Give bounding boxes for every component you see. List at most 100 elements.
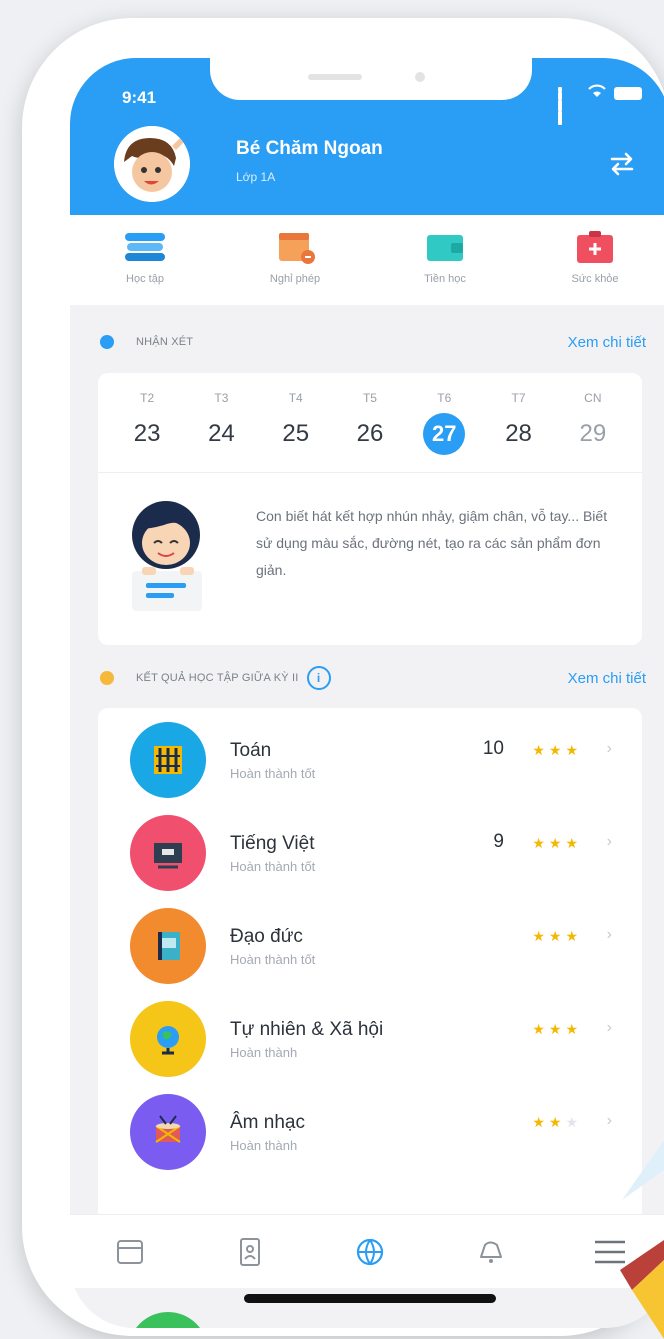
subject-status: Hoàn thành [230, 1045, 298, 1060]
day-item[interactable]: T6 27 [414, 391, 474, 472]
review-body: Con biết hát kết hợp nhún nhảy, giậm châ… [98, 473, 642, 613]
day-item[interactable]: T2 23 [117, 391, 177, 472]
book-icon [130, 908, 206, 984]
quick-item-label: Sức khỏe [571, 273, 619, 285]
profile-name: Bé Chăm Ngoan [236, 138, 383, 159]
wifi-icon [588, 84, 606, 103]
day-item[interactable]: T5 26 [340, 391, 400, 472]
app-screen: 9:41 Bé Chăm Ngoan Lớp 1A Học tập Nghỉ p… [70, 58, 664, 1328]
subject-row[interactable]: Tự nhiên & Xã hội Hoàn thành ★★★ › [98, 987, 642, 1080]
wallet-icon [423, 229, 467, 265]
star-icon: ★ [548, 835, 566, 851]
subject-score: 10 [482, 738, 504, 759]
subject-status: Hoàn thành [230, 1138, 298, 1153]
review-comment: Con biết hát kết hợp nhún nhảy, giậm châ… [256, 508, 608, 578]
star-rating: ★★★ [532, 742, 582, 759]
subject-name: Âm nhạc [230, 1112, 305, 1133]
switch-account-icon[interactable] [608, 151, 636, 177]
star-icon: ★ [548, 928, 566, 944]
chevron-right-icon: › [606, 1112, 612, 1129]
calendar-leave-icon [273, 229, 317, 265]
home-indicator [244, 1294, 496, 1303]
star-rating: ★★★ [532, 1021, 582, 1038]
profile-class: Lớp 1A [236, 170, 276, 184]
bell-icon[interactable] [470, 1232, 510, 1272]
paper-plane-decoration [612, 1140, 664, 1339]
profile-header: 9:41 Bé Chăm Ngoan Lớp 1A [70, 58, 664, 215]
day-item[interactable]: T4 25 [266, 391, 326, 472]
day-name: T6 [437, 391, 452, 405]
day-number: 25 [282, 420, 310, 447]
day-name: T5 [362, 391, 377, 405]
blackboard-icon [130, 815, 206, 891]
day-number: 29 [579, 420, 607, 447]
subject-name: Tiếng Việt [230, 833, 315, 854]
drum-icon [130, 1094, 206, 1170]
quick-menu: Học tập Nghỉ phép Tiền học Sức khỏe [70, 215, 664, 305]
star-icon: ★ [532, 1114, 549, 1130]
quick-item-label: Học tập [126, 273, 164, 285]
info-icon[interactable]: i [306, 666, 331, 690]
device-notch [210, 58, 532, 100]
day-name: T7 [511, 391, 526, 405]
phone-frame: 9:41 Bé Chăm Ngoan Lớp 1A Học tập Nghỉ p… [22, 18, 664, 1336]
results-section-title: KẾT QUẢ HỌC TẬP GIỮA KỲ II [136, 672, 299, 684]
star-icon: ★ [548, 742, 566, 758]
star-icon: ★ [565, 835, 582, 851]
day-item[interactable]: T3 24 [191, 391, 251, 472]
review-see-more-link[interactable]: Xem chi tiết [568, 334, 646, 351]
quick-item-tuition[interactable]: Tiền học [370, 215, 520, 305]
star-icon: ★ [532, 835, 549, 851]
battery-icon [614, 87, 642, 100]
star-icon: ★ [565, 742, 582, 758]
quick-item-leave[interactable]: Nghỉ phép [220, 215, 370, 305]
week-day-picker: T2 23 T3 24 T4 25 T5 26 T6 27 T7 28 CN 29 [98, 373, 642, 473]
results-card: Toán Hoàn thành tốt 10 ★★★ › Tiếng Việt Hoàn t… [98, 708, 642, 1228]
day-name: CN [584, 391, 602, 405]
day-item[interactable]: T7 28 [489, 391, 549, 472]
globe-icon [130, 1001, 206, 1077]
chevron-right-icon: › [606, 740, 612, 757]
day-number: 26 [356, 420, 384, 447]
globe-nav-icon[interactable] [350, 1232, 390, 1272]
subject-status: Hoàn thành tốt [230, 952, 316, 967]
phone-book-icon[interactable] [230, 1232, 270, 1272]
day-item[interactable]: CN 29 [563, 391, 623, 472]
star-icon: ★ [532, 1021, 549, 1037]
subject-name: Tự nhiên & Xã hội [230, 1019, 384, 1040]
star-icon: ★ [532, 928, 549, 944]
quick-item-study[interactable]: Học tập [70, 215, 220, 305]
star-icon: ★ [565, 928, 582, 944]
subject-row[interactable]: Đạo đức Hoàn thành tốt ★★★ › [98, 894, 642, 987]
camera-dot [415, 72, 425, 82]
speaker-grille [308, 74, 362, 80]
subject-row[interactable]: Tiếng Việt Hoàn thành tốt 9 ★★★ › [98, 801, 642, 894]
subject-name: Đạo đức [230, 926, 303, 947]
quick-item-label: Tiền học [424, 273, 466, 285]
section-dot [100, 335, 114, 349]
calendar-icon[interactable] [110, 1232, 150, 1272]
subject-row[interactable]: Toán Hoàn thành tốt 10 ★★★ › [98, 708, 642, 801]
star-rating: ★★★ [532, 928, 582, 945]
books-icon [123, 229, 167, 265]
star-rating: ★★★ [532, 1114, 582, 1131]
chevron-right-icon: › [606, 833, 612, 850]
results-see-more-link[interactable]: Xem chi tiết [568, 670, 646, 687]
subject-row[interactable]: Âm nhạc Hoàn thành ★★★ › [98, 1080, 642, 1173]
day-number: 27 [423, 413, 466, 455]
section-dot [100, 671, 114, 685]
student-illustration [126, 495, 212, 613]
next-subject-circle [128, 1312, 208, 1328]
quick-item-health[interactable]: Sức khỏe [520, 215, 664, 305]
avatar[interactable] [114, 126, 190, 202]
status-time: 9:41 [122, 88, 157, 107]
first-aid-icon [573, 229, 617, 265]
abacus-icon [130, 722, 206, 798]
star-icon: ★ [565, 1021, 582, 1037]
subject-score: 9 [493, 831, 504, 852]
chevron-right-icon: › [606, 1019, 612, 1036]
star-icon: ★ [548, 1114, 566, 1130]
day-number: 28 [505, 420, 532, 447]
review-section-header: NHẬN XÉT Xem chi tiết [70, 322, 664, 362]
star-icon: ★ [532, 742, 549, 758]
